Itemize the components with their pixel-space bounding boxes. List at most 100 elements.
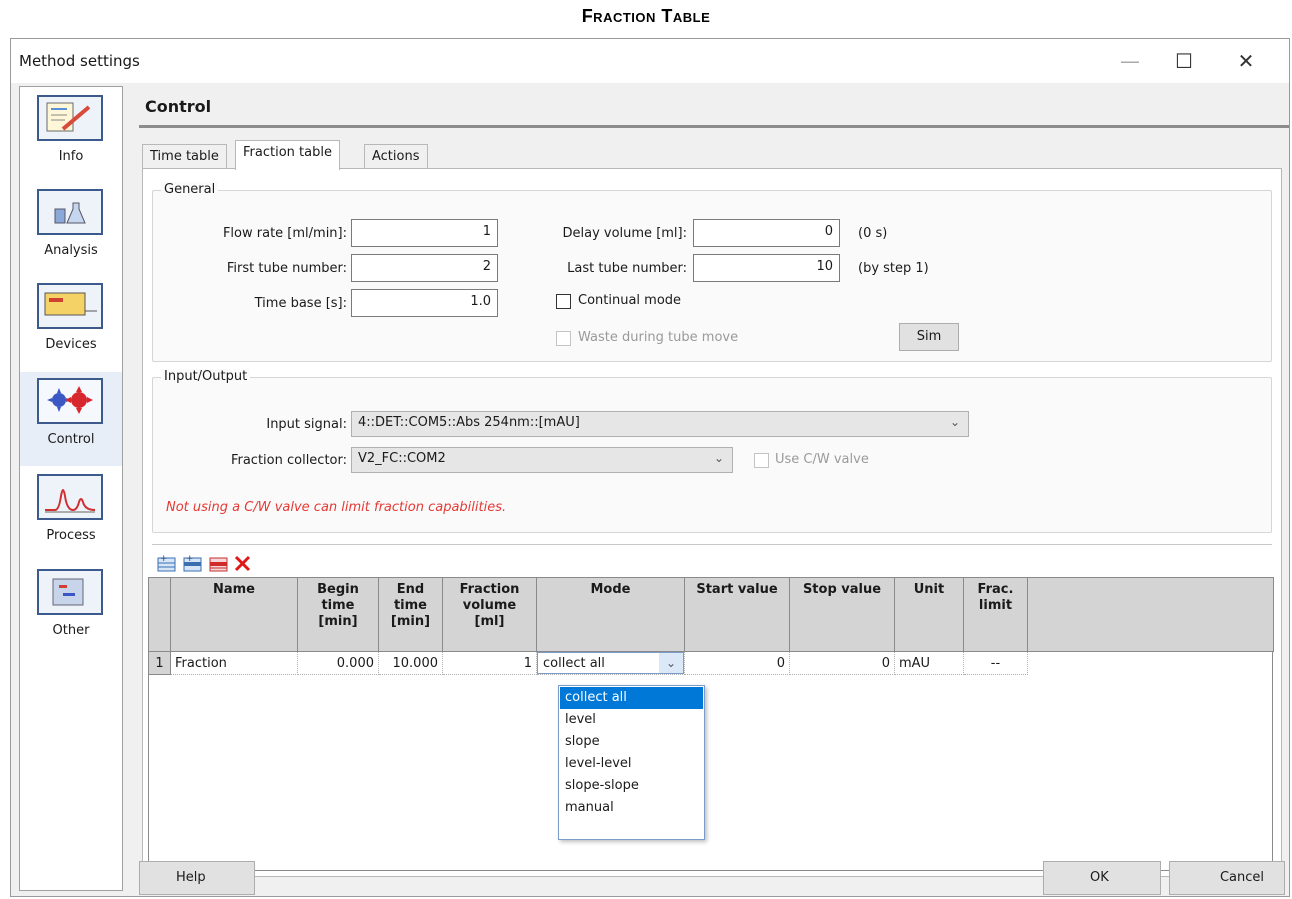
col-header-begin-time[interactable]: Begin time [min] [297,577,379,652]
method-settings-window: Method settings — ☐ ✕ Info Analysis Devi… [10,38,1290,897]
mode-option[interactable]: collect all [560,687,703,709]
mode-option[interactable]: manual [560,797,703,819]
sidebar-item-label: Devices [45,337,97,352]
input-signal-select[interactable]: 4::DET::COM5::Abs 254nm::[mAU] ⌄ [351,411,969,437]
cell-name[interactable]: Fraction [170,651,298,675]
header-text: Unit [913,582,945,597]
table-row[interactable]: 1 Fraction 0.000 10.000 1 collect all ⌄ … [148,651,1274,675]
insert-row-icon[interactable]: + [183,554,203,572]
cell-filler [1028,652,1274,675]
waste-during-move-label: Waste during tube move [578,330,739,345]
add-row-icon[interactable]: + [157,554,177,572]
fraction-grid: Name Begin time [min] End time [min] Fractio… [148,577,1274,675]
time-base-label: Time base [s]: [254,296,347,311]
help-button[interactable]: Help [139,861,255,895]
mode-combo[interactable]: collect all ⌄ [537,652,684,674]
cell-unit[interactable]: mAU [894,651,964,675]
tab-time-table[interactable]: Time table [142,144,227,169]
divider [152,544,1272,545]
delay-volume-field[interactable]: 0 [693,219,840,247]
flow-rate-label: Flow rate [ml/min]: [222,226,347,241]
time-base-field[interactable]: 1.0 [351,289,498,317]
header-text: time [321,598,355,613]
ok-button[interactable]: OK [1043,861,1161,895]
header-text: time [393,598,428,613]
waste-during-move-checkbox[interactable] [556,331,571,346]
header-text: Mode [590,582,631,597]
col-header-fraction-volume[interactable]: Fraction volume [ml] [442,577,537,652]
mode-option[interactable]: level [560,709,703,731]
header-text: Fraction [459,582,520,597]
other-icon [37,569,103,615]
cell-stop-value[interactable]: 0 [789,651,895,675]
svg-text:+: + [186,554,194,564]
sidebar-item-info[interactable]: Info [20,89,122,183]
mode-option[interactable]: slope-slope [560,775,703,797]
chevron-down-icon: ⌄ [949,415,960,429]
cw-valve-checkbox[interactable] [754,453,769,468]
col-header-unit[interactable]: Unit [894,577,964,652]
delay-time-note: (0 s) [858,226,888,241]
first-tube-field[interactable]: 2 [351,254,498,282]
col-header-mode[interactable]: Mode [536,577,685,652]
cell-fraction-volume[interactable]: 1 [442,651,537,675]
row-number[interactable]: 1 [148,651,171,675]
analysis-icon [37,189,103,235]
sidebar-item-other[interactable]: Other [20,563,122,657]
sidebar-item-label: Info [58,149,84,164]
maximize-button[interactable]: ☐ [1161,45,1207,77]
clear-icon[interactable] [233,554,253,572]
mode-option[interactable]: slope [560,731,703,753]
continual-mode-label: Continual mode [578,293,682,308]
chevron-down-icon[interactable]: ⌄ [659,653,683,673]
group-label: Input/Output [161,369,251,384]
control-icon [37,378,103,424]
col-header-start-value[interactable]: Start value [684,577,790,652]
cell-mode[interactable]: collect all ⌄ [536,651,685,675]
header-text: Frac. [977,582,1014,597]
first-tube-label: First tube number: [226,261,347,276]
sidebar-item-analysis[interactable]: Analysis [20,183,122,277]
input-signal-value: 4::DET::COM5::Abs 254nm::[mAU] [358,415,580,430]
chevron-down-icon: ⌄ [713,451,724,465]
sidebar-item-devices[interactable]: Devices [20,277,122,371]
header-text: [min] [390,614,431,629]
tab-fraction-table[interactable]: Fraction table [235,140,340,170]
window-title: Method settings [19,52,140,70]
sidebar-item-label: Other [52,623,90,638]
fraction-collector-select[interactable]: V2_FC::COM2 ⌄ [351,447,733,473]
title-bar: Method settings — ☐ ✕ [11,39,1289,83]
cell-end-time[interactable]: 10.000 [378,651,443,675]
input-signal-label: Input signal: [266,417,347,432]
header-text: limit [978,598,1013,613]
mode-dropdown-list: collect all level slope level-level slop… [558,685,705,840]
cell-frac-limit[interactable]: -- [963,651,1028,675]
col-header-name[interactable]: Name [170,577,298,652]
tab-actions[interactable]: Actions [364,144,428,169]
fraction-collector-value: V2_FC::COM2 [358,451,446,466]
flow-rate-field[interactable]: 1 [351,219,498,247]
document-title: Fraction Table [581,6,711,26]
cell-start-value[interactable]: 0 [684,651,790,675]
continual-mode-checkbox[interactable] [556,294,571,309]
close-button[interactable]: ✕ [1223,45,1269,77]
col-header-stop-value[interactable]: Stop value [789,577,895,652]
col-header-frac-limit[interactable]: Frac. limit [963,577,1028,652]
sidebar-item-control[interactable]: Control [20,372,122,466]
last-tube-field[interactable]: 10 [693,254,840,282]
sidebar-item-process[interactable]: Process [20,468,122,562]
header-text: Name [212,582,255,597]
cw-valve-label: Use C/W valve [775,452,869,467]
cancel-button[interactable]: Cancel [1169,861,1285,895]
minimize-button[interactable]: — [1107,45,1153,77]
delete-row-icon[interactable] [209,554,229,572]
cell-begin-time[interactable]: 0.000 [297,651,379,675]
mode-option[interactable]: level-level [560,753,703,775]
sim-button[interactable]: Sim [899,323,959,351]
header-text: [ml] [474,614,505,629]
section-title: Control [145,97,212,116]
sidebar-item-label: Analysis [44,243,98,258]
sidebar: Info Analysis Devices Control Process Ot… [19,86,123,891]
group-label: General [161,182,219,197]
col-header-end-time[interactable]: End time [min] [378,577,443,652]
